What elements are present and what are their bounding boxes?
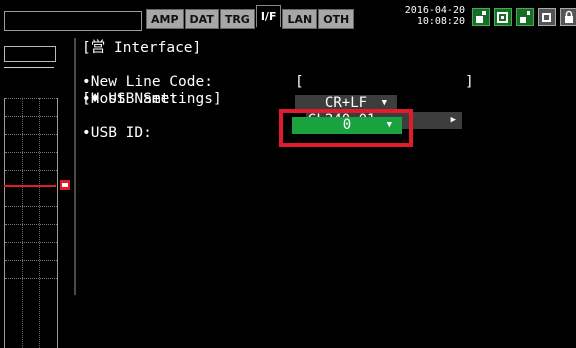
tab-bar: AMP DAT TRG I/F LAN OTH [146, 5, 355, 29]
panel-divider-line [4, 67, 54, 68]
tab-trg[interactable]: TRG [219, 9, 255, 29]
tab-amp[interactable]: AMP [146, 9, 184, 29]
interface-header: [営 Interface] [82, 40, 202, 56]
mini-waveform-grid [4, 98, 58, 348]
tab-dat[interactable]: DAT [184, 9, 219, 29]
left-waveform-panel [0, 38, 76, 348]
datetime-display: 2016-04-20 10:08:20 [395, 6, 465, 28]
host-name-bracket-left: [ [295, 74, 304, 90]
time-text: 10:08:20 [416, 16, 465, 27]
memory-card-icon [472, 8, 490, 26]
highlight-frame [279, 109, 413, 147]
tab-oth[interactable]: OTH [318, 9, 355, 29]
arrow-right-icon: ▶ [450, 115, 456, 125]
trace-marker-icon [60, 180, 70, 190]
new-line-code-row: •New Line Code: [82, 57, 213, 90]
tab-lan[interactable]: LAN [282, 9, 318, 29]
host-name-row: •Host Name: [82, 74, 178, 107]
battery-icon [538, 8, 556, 26]
channel-box [4, 46, 56, 62]
usb-id-label: •USB ID: [82, 125, 152, 141]
usb-memory-icon [494, 8, 512, 26]
waveform-trace [4, 185, 56, 187]
tab-interface[interactable]: I/F [255, 5, 282, 27]
sd-card-icon [516, 8, 534, 26]
status-icons [472, 8, 576, 26]
top-bar: AMP DAT TRG I/F LAN OTH 2016-04-20 10:08… [0, 0, 576, 38]
title-box [4, 11, 142, 31]
usb-id-row: •USB ID: [82, 108, 152, 141]
panel-divider [74, 38, 76, 295]
usb-settings-header: [♦ USB Settings] [82, 91, 222, 107]
lock-icon [560, 8, 576, 26]
host-name-bracket-right: ] [465, 74, 474, 90]
